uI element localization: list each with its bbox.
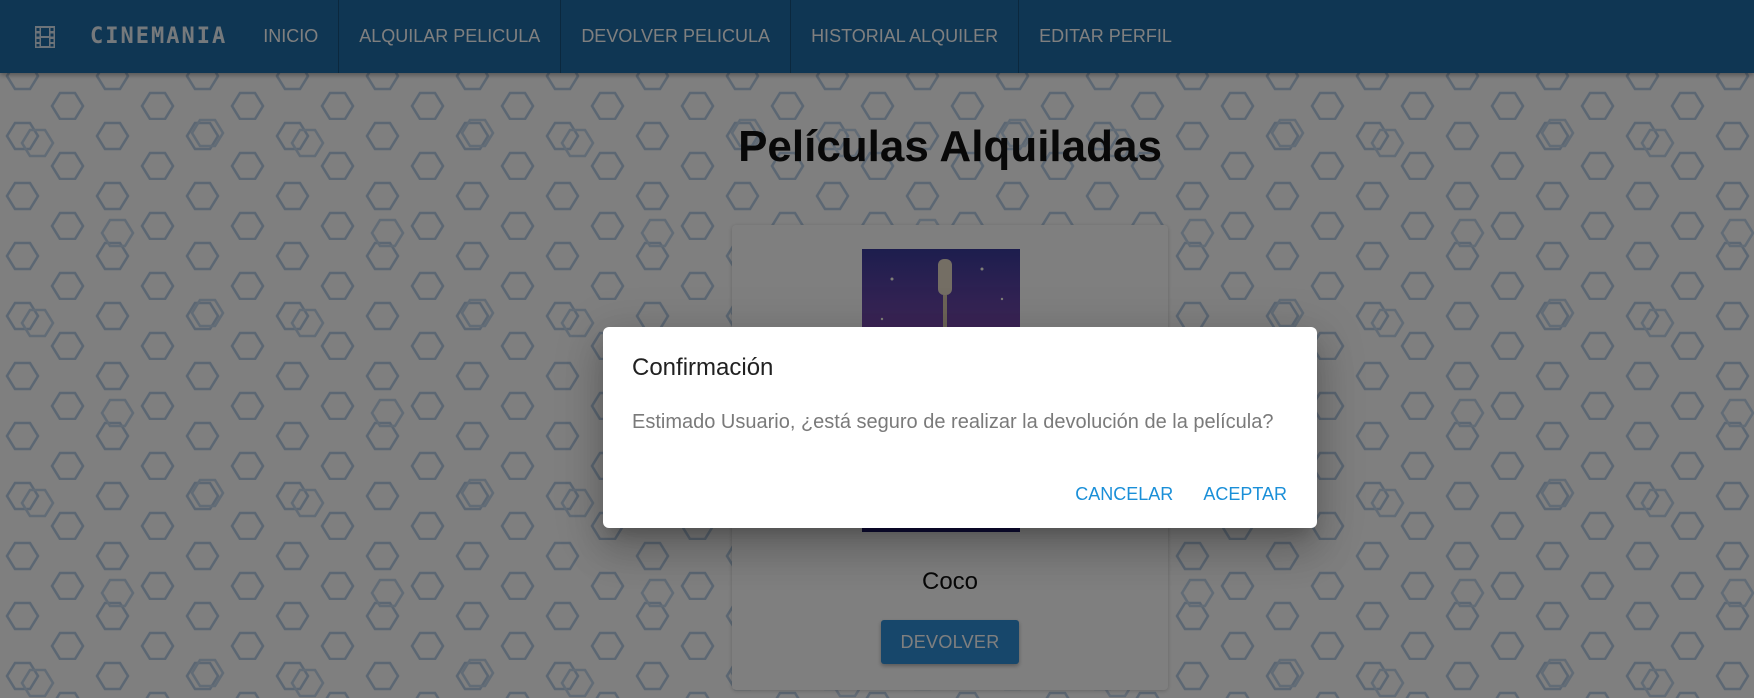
dialog-message: Estimado Usuario, ¿está seguro de realiz… xyxy=(632,411,1274,433)
confirmation-dialog: Confirmación Estimado Usuario, ¿está seg… xyxy=(603,327,1317,528)
dialog-actions: CANCELAR ACEPTAR xyxy=(1055,482,1297,506)
accept-button[interactable]: ACEPTAR xyxy=(1193,482,1297,506)
cancel-button[interactable]: CANCELAR xyxy=(1065,482,1183,506)
dialog-title: Confirmación xyxy=(632,354,774,381)
